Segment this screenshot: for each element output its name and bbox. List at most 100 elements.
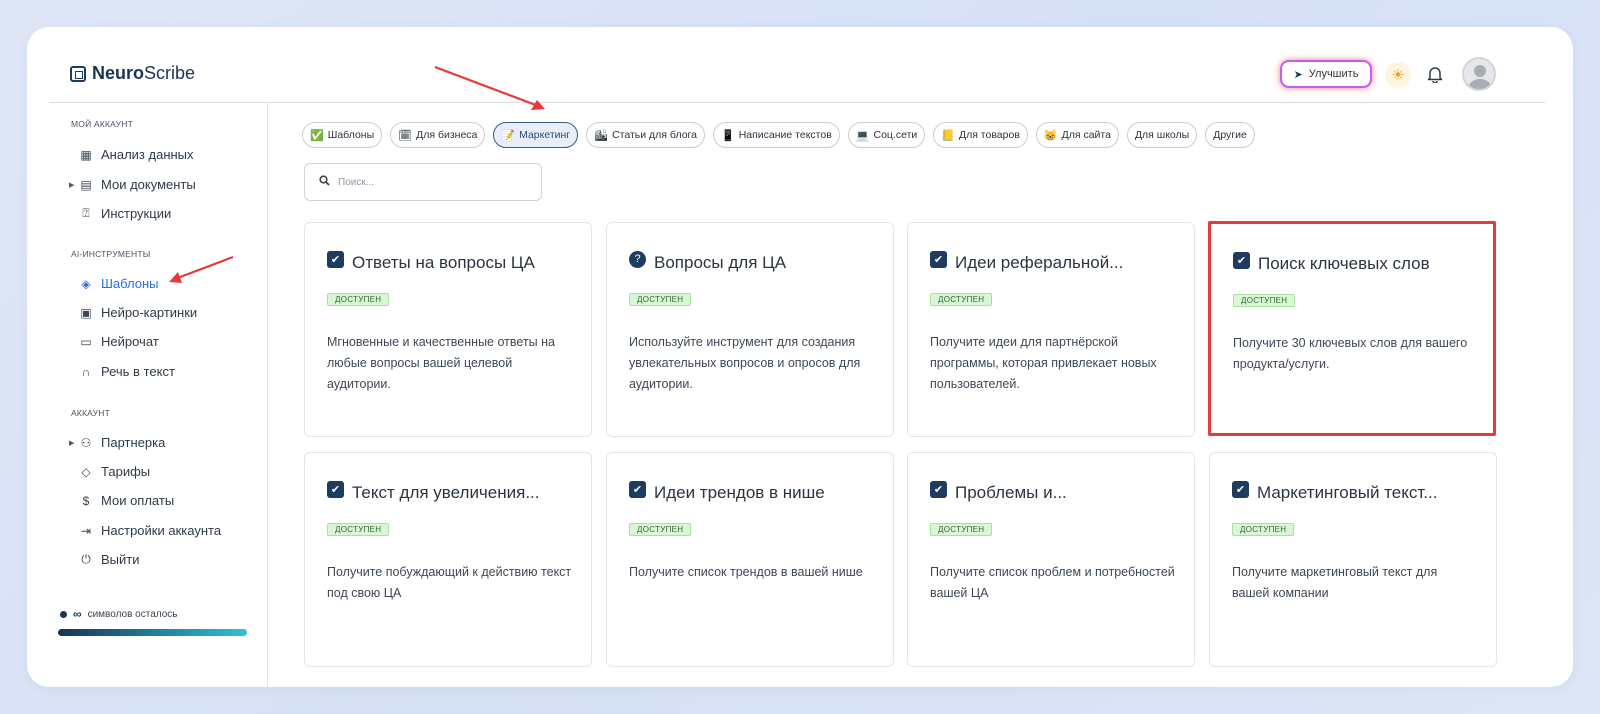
sidebar-item-label: Мои документы [101,177,196,192]
sidebar-divider [267,103,268,687]
filter-chip[interactable]: 😸 Для сайта [1035,122,1119,148]
chip-label: Для школы [1134,129,1190,141]
document-icon: ▤ [80,177,92,192]
sidebar-item-logout[interactable]: ⏻ Выйти [79,552,140,567]
sidebar-item-neuro-images[interactable]: ▣ Нейро-картинки [79,305,197,320]
template-card[interactable]: ✔ Маркетинговый текст... ДОСТУПЕН Получите … [1209,452,1497,667]
chat-icon: ▭ [80,334,92,349]
chip-label: Другие [1213,129,1247,141]
grid-icon: ▦ [80,147,92,162]
chip-emoji-icon: 📒 [941,129,955,142]
expand-caret-icon[interactable]: ▶ [69,439,74,447]
template-card[interactable]: ✔ Идеи трендов в нише ДОСТУПЕН Получите спи… [606,452,894,667]
card-description: Получите побуждающий к действию текст по… [327,565,572,600]
sidebar-item-neurochat[interactable]: ▭ Нейрочат [79,334,159,349]
chip-label: Соц.сети [873,129,918,141]
status-badge: ДОСТУПЕН [629,523,692,536]
theme-toggle-sun-icon[interactable]: ☀ [1385,62,1411,88]
sidebar-item-templates[interactable]: ◈ Шаблоны [79,276,159,291]
sidebar-item-label: Нейро-картинки [101,305,198,320]
sidebar-item-partner[interactable]: ⚇ Партнерка [79,435,166,450]
template-card[interactable]: ✔ Текст для увеличения... ДОСТУПЕН Получите… [304,452,592,667]
card-description: Получите 30 ключевых слов для вашего про… [1233,336,1468,371]
chip-emoji-icon: 📝 [501,129,516,142]
checkbox-icon: ✔ [1233,251,1250,269]
card-title-text: Идеи трендов в нише [654,483,825,502]
section-label-account: АККАУНТ [71,408,110,418]
filter-chip[interactable]: 🗓 Для бизнеса [390,122,486,148]
filter-chip[interactable]: 💻 Соц.сети [847,122,926,148]
section-label-ai-tools: AI-ИНСТРУМЕНТЫ [71,249,151,259]
sidebar-item-data-analysis[interactable]: ▦ Анализ данных [79,147,193,162]
search-input[interactable] [338,176,518,188]
sidebar-item-label: Нейрочат [101,334,159,349]
status-badge: ДОСТУПЕН [1232,523,1295,536]
checkbox-icon: ✔ [327,480,344,498]
top-header: NeuroScribe ➤ Улучшить ☀ [27,27,1573,103]
sidebar-item-label: Шаблоны [101,276,159,291]
chip-label: Для товаров [958,129,1020,141]
status-badge: ДОСТУПЕН [327,293,390,306]
logo-bold-text: Neuro [92,63,145,83]
filter-chip[interactable]: ✅ Шаблоны [302,122,383,148]
template-card[interactable]: ? Вопросы для ЦА ДОСТУПЕН Используйте инстр… [606,222,894,437]
chip-label: Написание текстов [738,129,832,141]
card-title: ✔ Идеи реферальной... [930,250,1124,273]
status-badge: ДОСТУПЕН [930,293,993,306]
chip-label: Статьи для блога [612,129,697,141]
template-card[interactable]: ✔ Идеи реферальной... ДОСТУПЕН Получите иде… [907,222,1195,437]
template-card[interactable]: ✔ Ответы на вопросы ЦА ДОСТУПЕН Мгновенные … [304,222,592,437]
chip-label: Маркетинг [519,129,571,141]
app-logo[interactable]: NeuroScribe [70,63,195,84]
expand-caret-icon[interactable]: ▶ [69,181,74,189]
chip-label: Для бизнеса [416,129,478,141]
symbols-progress-fill [58,629,247,636]
template-card[interactable]: ✔ Проблемы и... ДОСТУПЕН Получите список пр… [907,452,1195,667]
sidebar-item-my-documents[interactable]: ▤ Мои документы [79,177,196,192]
power-icon: ⏻ [81,552,91,566]
search-icon [319,175,330,189]
card-title-text: Поиск ключевых слов [1258,254,1430,273]
card-title-text: Текст для увеличения... [352,483,540,502]
filter-chip[interactable]: 📝 Маркетинг [493,122,579,148]
filter-chip[interactable]: 🏙 Статьи для блога [586,122,705,148]
card-title-text: Маркетинговый текст... [1257,483,1438,502]
filter-chip[interactable]: Другие [1205,122,1255,148]
sidebar-item-account-settings[interactable]: ⇥ Настройки аккаунта [79,523,221,538]
chip-emoji-icon: 🏙 [594,129,609,142]
symbols-label: символов осталось [87,608,178,620]
login-icon: ⇥ [80,523,92,538]
upgrade-button[interactable]: ➤ Улучшить [1280,60,1372,88]
user-avatar[interactable] [1462,57,1496,91]
sidebar: МОЙ АККАУНТ ▦ Анализ данных ▶ ▤ Мои доку… [27,103,267,687]
filter-chip[interactable]: 📒 Для товаров [933,122,1028,148]
card-description: Мгновенные и качественные ответы на любы… [327,335,555,391]
card-title: ✔ Идеи трендов в нише [629,480,825,503]
filter-chip[interactable]: Для школы [1126,122,1198,148]
question-icon: ? [629,250,646,268]
chip-emoji-icon: 💻 [855,129,870,142]
card-description: Получите список проблем и потребностей в… [930,565,1175,600]
rocket-icon: ➤ [1293,68,1303,81]
sidebar-item-speech-to-text[interactable]: ∩ Речь в текст [79,364,175,379]
sidebar-item-instructions[interactable]: ⍰ Инструкции [79,206,171,221]
logo-icon [70,65,86,82]
search-box[interactable] [304,163,542,201]
sidebar-item-label: Партнерка [101,435,166,450]
card-title-text: Идеи реферальной... [955,253,1124,272]
checkbox-icon: ✔ [930,250,947,268]
checkbox-icon: ✔ [327,250,344,268]
users-icon: ⚇ [80,435,92,450]
card-description: Получите список трендов в вашей нише [629,565,863,579]
notifications-bell-icon[interactable] [1423,62,1447,86]
sidebar-item-my-payments[interactable]: $ Мои оплаты [79,493,175,508]
tag-icon: ◇ [81,464,91,479]
template-card[interactable]: ✔ Поиск ключевых слов ДОСТУПЕН Получите 30 … [1208,221,1496,436]
filter-chip[interactable]: 📱 Написание текстов [712,122,840,148]
section-label-my-account: МОЙ АККАУНТ [71,119,133,129]
card-title: ✔ Ответы на вопросы ЦА [327,250,535,273]
checkbox-icon: ✔ [1232,480,1249,498]
chip-emoji-icon: ✅ [310,129,324,142]
sidebar-item-tariffs[interactable]: ◇ Тарифы [79,464,150,479]
sidebar-item-label: Выйти [101,552,140,567]
